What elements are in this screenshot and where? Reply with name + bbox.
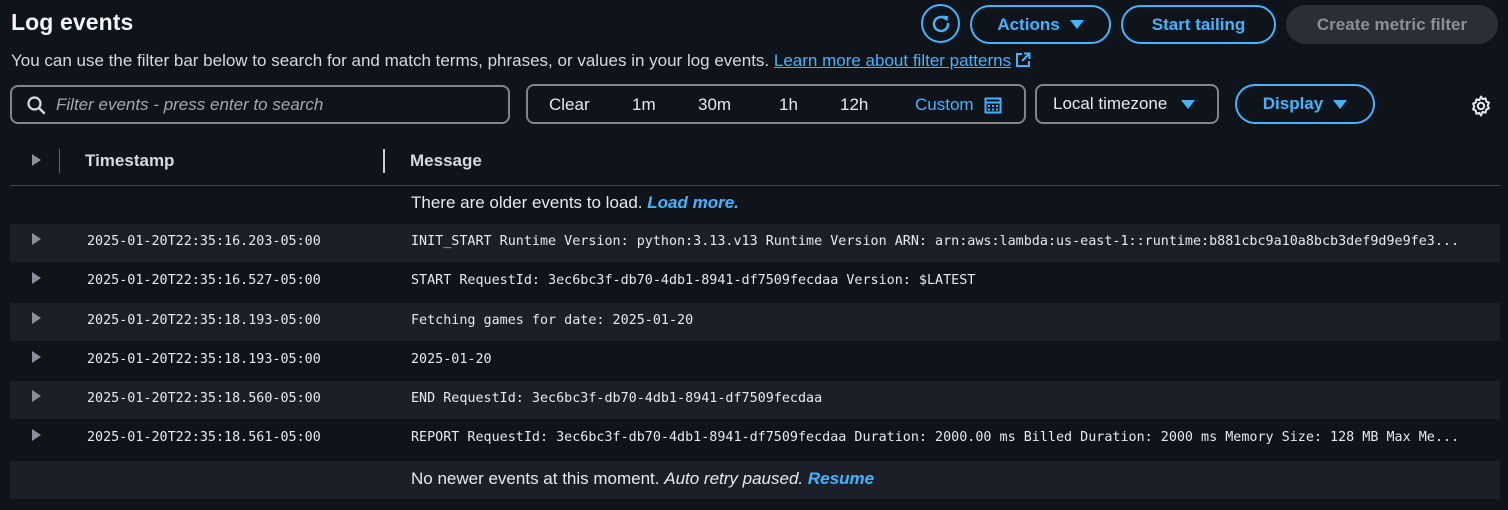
table-header: Timestamp Message [10,140,1500,186]
expand-row-icon[interactable] [32,272,41,284]
table-row[interactable]: 2025-01-20T22:35:18.561-05:00 REPORT Req… [10,420,1500,458]
older-text: There are older events to load. [411,193,648,212]
row-timestamp: 2025-01-20T22:35:18.561-05:00 [87,430,321,445]
display-button[interactable]: Display [1235,84,1375,124]
column-resize-handle[interactable] [383,149,385,173]
expand-row-icon[interactable] [32,312,41,324]
start-tailing-button[interactable]: Start tailing [1121,5,1276,44]
range-1h[interactable]: 1h [779,95,798,115]
load-more-link[interactable]: Load more. [647,193,739,212]
auto-retry-text: Auto retry paused. [664,469,804,488]
search-icon [27,95,46,114]
row-message: END RequestId: 3ec6bc3f-db70-4db1-8941-d… [411,391,823,406]
row-message: START RequestId: 3ec6bc3f-db70-4db1-8941… [411,273,976,288]
expand-row-icon[interactable] [32,390,41,402]
row-message: 2025-01-20 [411,352,492,367]
external-link-icon [1016,52,1031,67]
actions-button[interactable]: Actions [970,5,1111,44]
filter-events-input[interactable] [56,94,486,115]
expand-all-icon[interactable] [32,154,41,166]
caret-down-icon [1333,99,1348,109]
calendar-icon [984,97,1002,114]
expand-row-icon[interactable] [32,429,41,441]
log-events-panel: Log events Actions Start tailing Create … [0,0,1508,510]
table-row[interactable]: 2025-01-20T22:35:18.193-05:00 Fetching g… [10,303,1500,341]
timezone-select[interactable]: Local timezone [1035,84,1219,124]
refresh-icon [932,15,949,32]
description-text: You can use the filter bar below to sear… [11,51,774,70]
older-events-notice: There are older events to load. Load mor… [411,193,739,213]
range-12h[interactable]: 12h [840,95,868,115]
range-30m[interactable]: 30m [698,95,731,115]
table-row[interactable]: 2025-01-20T22:35:16.203-05:00 INIT_START… [10,224,1500,262]
column-timestamp[interactable]: Timestamp [85,151,174,171]
range-custom[interactable]: Custom [915,95,1002,115]
start-tailing-label: Start tailing [1151,14,1246,34]
expand-row-icon[interactable] [32,233,41,245]
refresh-button[interactable] [921,4,960,43]
row-timestamp: 2025-01-20T22:35:18.193-05:00 [87,313,321,328]
column-message[interactable]: Message [410,151,482,171]
create-metric-filter-label: Create metric filter [1316,14,1468,34]
newer-text: No newer events at this moment. [411,469,665,488]
range-1m[interactable]: 1m [632,95,656,115]
row-timestamp: 2025-01-20T22:35:16.527-05:00 [87,273,321,288]
custom-label: Custom [915,95,974,114]
newer-events-notice: No newer events at this moment. Auto ret… [411,469,874,489]
column-divider [59,149,60,173]
learn-more-label: Learn more about filter patterns [773,51,1012,70]
resume-link[interactable]: Resume [808,469,874,488]
time-range-selector: Clear 1m 30m 1h 12h Custom [526,84,1026,124]
caret-down-icon [1069,20,1084,29]
display-label: Display [1262,94,1324,113]
row-timestamp: 2025-01-20T22:35:16.203-05:00 [87,234,321,249]
caret-down-icon [1181,99,1196,109]
gear-icon[interactable] [1470,95,1492,117]
row-message: INIT_START Runtime Version: python:3.13.… [411,234,1460,249]
range-clear[interactable]: Clear [549,95,590,115]
learn-more-link[interactable]: Learn more about filter patterns [774,51,1031,70]
table-row[interactable]: 2025-01-20T22:35:16.527-05:00 START Requ… [10,263,1500,301]
timezone-label: Local timezone [1053,94,1168,113]
actions-label: Actions [997,14,1060,34]
row-timestamp: 2025-01-20T22:35:18.193-05:00 [87,352,321,367]
row-timestamp: 2025-01-20T22:35:18.560-05:00 [87,391,321,406]
create-metric-filter-button[interactable]: Create metric filter [1286,5,1498,44]
description: You can use the filter bar below to sear… [11,51,1031,71]
table-row[interactable]: 2025-01-20T22:35:18.193-05:00 2025-01-20 [10,342,1500,380]
filter-search-box[interactable] [10,85,510,124]
row-message: REPORT RequestId: 3ec6bc3f-db70-4db1-894… [411,430,1460,445]
table-row[interactable]: 2025-01-20T22:35:18.560-05:00 END Reques… [10,381,1500,419]
page-title: Log events [11,9,134,35]
expand-row-icon[interactable] [32,351,41,363]
row-message: Fetching games for date: 2025-01-20 [411,313,694,328]
